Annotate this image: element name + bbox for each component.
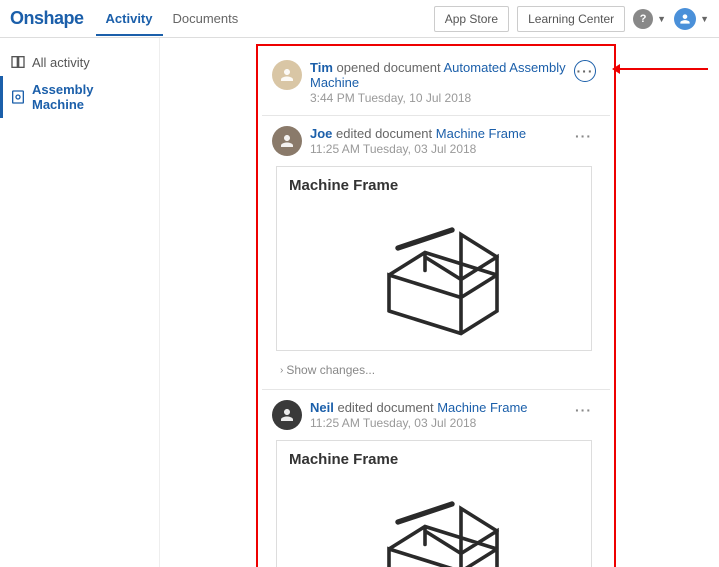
app-store-button[interactable]: App Store bbox=[434, 6, 509, 32]
show-changes-link[interactable]: › Show changes... bbox=[272, 357, 596, 379]
learning-center-button[interactable]: Learning Center bbox=[517, 6, 625, 32]
ellipsis-icon: ··· bbox=[575, 402, 592, 418]
card-header: Joe edited document Machine Frame 11:25 … bbox=[272, 126, 596, 156]
user-link[interactable]: Neil bbox=[310, 400, 334, 415]
document-preview[interactable]: Machine Frame bbox=[276, 166, 592, 351]
avatar[interactable] bbox=[272, 126, 302, 156]
activity-line: Neil edited document Machine Frame bbox=[310, 400, 563, 415]
tab-activity[interactable]: Activity bbox=[96, 1, 163, 36]
card-text: Joe edited document Machine Frame 11:25 … bbox=[310, 126, 563, 156]
document-link[interactable]: Machine Frame bbox=[437, 400, 527, 415]
activity-feed: Tim opened document Automated Assembly M… bbox=[256, 44, 616, 567]
card-text: Tim opened document Automated Assembly M… bbox=[310, 60, 566, 105]
timestamp: 11:25 AM Tuesday, 03 Jul 2018 bbox=[310, 416, 563, 430]
document-preview[interactable]: Machine Frame bbox=[276, 440, 592, 567]
user-avatar[interactable] bbox=[674, 8, 696, 30]
card-menu-button[interactable]: ··· bbox=[571, 126, 596, 146]
activity-card: Neil edited document Machine Frame 11:25… bbox=[262, 390, 610, 567]
activity-card: Tim opened document Automated Assembly M… bbox=[262, 50, 610, 116]
action-text: edited document bbox=[337, 400, 433, 415]
user-link[interactable]: Joe bbox=[310, 126, 332, 141]
preview-title: Machine Frame bbox=[277, 441, 591, 474]
activity-feed-scroll[interactable]: Tim opened document Automated Assembly M… bbox=[160, 38, 719, 567]
sidebar-item-label: All activity bbox=[32, 55, 90, 70]
card-header: Neil edited document Machine Frame 11:25… bbox=[272, 400, 596, 430]
activity-card: Joe edited document Machine Frame 11:25 … bbox=[262, 116, 610, 390]
preview-thumbnail bbox=[277, 474, 591, 567]
action-text: edited document bbox=[336, 126, 432, 141]
user-link[interactable]: Tim bbox=[310, 60, 333, 75]
all-activity-icon bbox=[10, 54, 26, 70]
timestamp: 3:44 PM Tuesday, 10 Jul 2018 bbox=[310, 91, 566, 105]
help-icon[interactable]: ? bbox=[633, 9, 653, 29]
sidebar-item-assembly-machine[interactable]: Assembly Machine bbox=[0, 76, 159, 118]
frame-3d-icon bbox=[344, 205, 524, 345]
document-link[interactable]: Machine Frame bbox=[436, 126, 526, 141]
card-menu-button[interactable]: ··· bbox=[571, 400, 596, 420]
frame-3d-icon bbox=[344, 479, 524, 567]
preview-thumbnail bbox=[277, 200, 591, 350]
main: All activity Assembly Machine bbox=[0, 38, 719, 567]
document-icon bbox=[10, 89, 26, 105]
logo[interactable]: Onshape bbox=[10, 8, 84, 29]
avatar[interactable] bbox=[272, 400, 302, 430]
card-menu-button[interactable]: ··· bbox=[574, 60, 596, 82]
show-changes-label: Show changes... bbox=[286, 363, 375, 377]
top-tabs: Activity Documents bbox=[96, 1, 249, 36]
person-icon bbox=[678, 12, 692, 26]
sidebar-item-label: Assembly Machine bbox=[32, 82, 149, 112]
sidebar-item-all-activity[interactable]: All activity bbox=[0, 48, 159, 76]
chevron-right-icon: › bbox=[280, 365, 283, 376]
user-dropdown-caret[interactable]: ▼ bbox=[700, 14, 709, 24]
action-text: opened document bbox=[337, 60, 441, 75]
card-text: Neil edited document Machine Frame 11:25… bbox=[310, 400, 563, 430]
preview-title: Machine Frame bbox=[277, 167, 591, 200]
feed-outer: Tim opened document Automated Assembly M… bbox=[256, 44, 616, 567]
tab-documents[interactable]: Documents bbox=[163, 1, 249, 36]
card-header: Tim opened document Automated Assembly M… bbox=[272, 60, 596, 105]
timestamp: 11:25 AM Tuesday, 03 Jul 2018 bbox=[310, 142, 563, 156]
header-right: App Store Learning Center ? ▼ ▼ bbox=[434, 6, 709, 32]
ellipsis-icon: ··· bbox=[575, 128, 592, 144]
activity-line: Joe edited document Machine Frame bbox=[310, 126, 563, 141]
top-header: Onshape Activity Documents App Store Lea… bbox=[0, 0, 719, 38]
ellipsis-icon: ··· bbox=[577, 63, 594, 79]
arrow-annotation bbox=[618, 64, 708, 74]
avatar[interactable] bbox=[272, 60, 302, 90]
activity-line: Tim opened document Automated Assembly M… bbox=[310, 60, 566, 90]
help-dropdown-caret[interactable]: ▼ bbox=[657, 14, 666, 24]
sidebar: All activity Assembly Machine bbox=[0, 38, 160, 567]
